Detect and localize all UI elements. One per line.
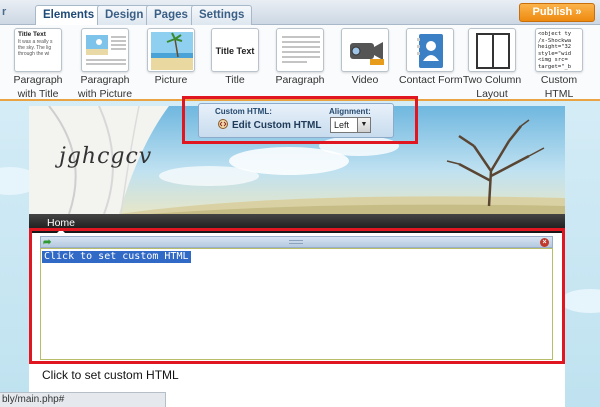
publish-button[interactable]: Publish » — [519, 3, 595, 22]
element-paragraph[interactable]: Paragraph — [275, 28, 325, 86]
element-label: Contact Form — [399, 74, 463, 86]
tab-elements[interactable]: Elements — [35, 5, 103, 26]
landscape-picture-icon — [86, 35, 126, 65]
element-label: Layout — [476, 88, 508, 100]
two-column-thumb — [468, 28, 516, 72]
paragraph-thumb — [276, 28, 324, 72]
paragraph-with-title-thumb: Title Text It was a really s the sky. Th… — [14, 28, 62, 72]
element-paragraph-with-picture[interactable]: Paragraph with Picture — [76, 28, 134, 100]
video-camera-icon — [350, 42, 384, 65]
custom-html-thumb: <object ty /x-Shockwa height="32 style="… — [535, 28, 583, 72]
contact-book-icon — [417, 34, 443, 68]
element-video[interactable]: Video — [340, 28, 390, 86]
tab-design[interactable]: Design — [97, 5, 152, 25]
toolbar-left-fragment: r — [2, 6, 7, 18]
element-paragraph-with-title[interactable]: Title Text It was a really s the sky. Th… — [9, 28, 67, 100]
element-label: HTML — [544, 88, 574, 100]
browser-status-bar: bly/main.php# — [0, 392, 166, 407]
thumb-body-text: It was a really s the sky. The lig throu… — [18, 39, 53, 57]
element-label: Paragraph — [80, 74, 130, 86]
highlight-box-toolbar — [182, 96, 418, 144]
tab-settings[interactable]: Settings — [191, 5, 253, 25]
video-thumb — [341, 28, 389, 72]
picture-thumb — [147, 28, 195, 72]
element-label: with Picture — [77, 88, 133, 100]
element-title[interactable]: Title Text Title — [210, 28, 260, 86]
element-label: Paragraph — [275, 74, 325, 86]
top-toolbar: r Elements Design Pages Settings Publish… — [0, 0, 600, 26]
thumb-title-text: Title Text — [18, 31, 46, 38]
thumb-title-text: Title Text — [215, 46, 255, 56]
element-contact-form[interactable]: Contact Form — [399, 28, 463, 86]
beach-picture-icon — [151, 32, 193, 70]
element-custom-html[interactable]: <object ty /x-Shockwa height="32 style="… — [534, 28, 584, 100]
element-picture[interactable]: Picture — [146, 28, 196, 86]
contact-form-thumb — [406, 28, 454, 72]
text-lines-icon — [282, 36, 320, 63]
element-label: Video — [351, 74, 379, 86]
element-two-column-layout[interactable]: Two Column Layout — [462, 28, 522, 100]
element-label: Picture — [154, 74, 188, 86]
site-title[interactable]: jghcgcv — [59, 144, 152, 169]
thumb-code-text: <object ty /x-Shockwa height="32 style="… — [538, 31, 572, 70]
tab-pages[interactable]: Pages — [146, 5, 196, 25]
highlight-box-block — [29, 228, 565, 364]
two-column-icon — [476, 33, 510, 69]
custom-html-placeholder-text[interactable]: Click to set custom HTML — [42, 368, 179, 382]
title-thumb: Title Text — [211, 28, 259, 72]
element-label: Paragraph — [13, 74, 63, 86]
element-label: with Title — [17, 88, 59, 100]
paragraph-with-picture-thumb — [81, 28, 129, 72]
elements-palette: Title Text It was a really s the sky. Th… — [0, 25, 600, 101]
element-label: Custom — [540, 74, 578, 86]
element-label: Title — [225, 74, 245, 86]
element-label: Two Column — [462, 74, 522, 86]
